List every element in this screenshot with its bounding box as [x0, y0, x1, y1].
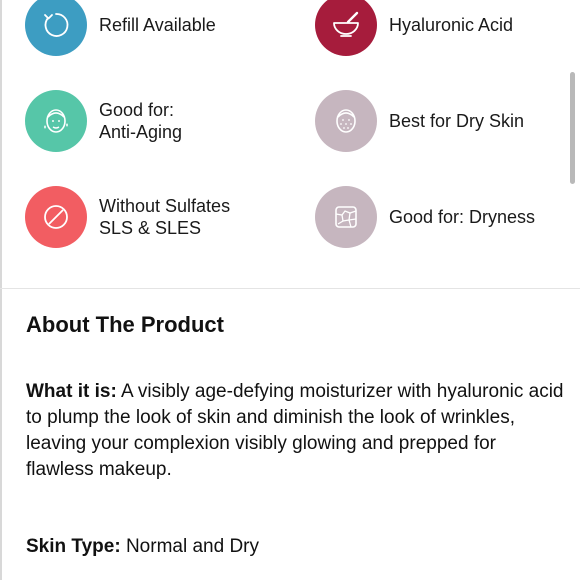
feature-dry-skin-label: Best for Dry Skin — [389, 111, 525, 131]
no-symbol-icon — [25, 186, 87, 248]
face-sparkle-icon — [25, 90, 87, 152]
feature-dryness-label: Good for: Dryness — [389, 207, 536, 227]
feature-refill-label: Refill Available — [99, 15, 216, 35]
what-it-is-paragraph: What it is: A visibly age-defying moistu… — [26, 379, 566, 483]
skin-type-text: Normal and Dry — [120, 536, 259, 557]
feature-anti-aging: Good for: Anti-Aging — [25, 90, 182, 152]
refill-icon — [25, 0, 87, 56]
feature-dry-skin: Best for Dry Skin — [315, 90, 524, 152]
scrollbar[interactable] — [570, 72, 575, 184]
dry-face-icon — [315, 90, 377, 152]
section-divider — [0, 288, 580, 289]
feature-sulfates-label: Without Sulfates SLS & SLES — [99, 196, 231, 238]
mortar-pestle-icon — [315, 0, 377, 56]
feature-hyaluronic: Hyaluronic Acid — [315, 0, 513, 56]
feature-sulfates: Without Sulfates SLS & SLES — [25, 186, 230, 248]
what-it-is-label: What it is: — [26, 381, 117, 402]
feature-refill: Refill Available — [25, 0, 216, 56]
left-edge-border — [0, 0, 2, 580]
feature-hyaluronic-label: Hyaluronic Acid — [389, 15, 514, 35]
feature-dryness: Good for: Dryness — [315, 186, 535, 248]
skin-type-label: Skin Type: — [26, 536, 121, 557]
about-title: About The Product — [26, 312, 224, 337]
feature-anti-aging-label: Good for: Anti-Aging — [99, 100, 183, 142]
cracked-skin-icon — [315, 186, 377, 248]
skin-type-paragraph: Skin Type: Normal and Dry — [26, 534, 566, 560]
